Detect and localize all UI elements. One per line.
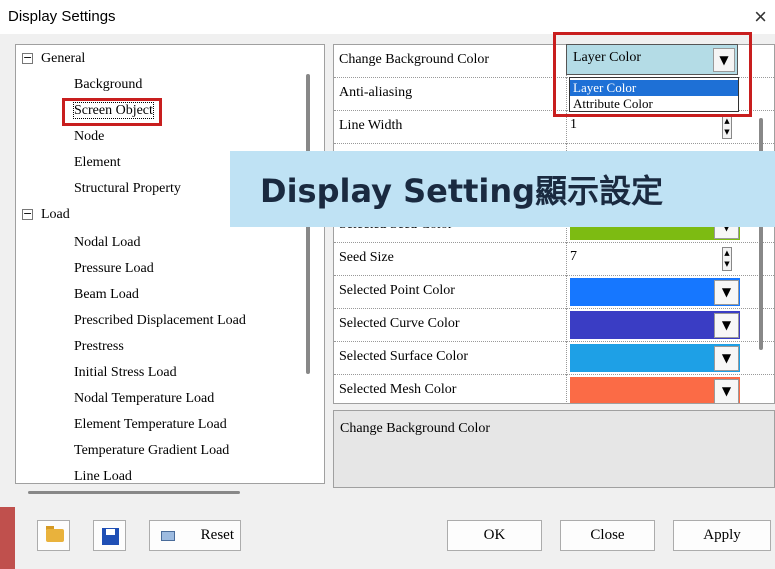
tree-item-nodal-load[interactable]: Nodal Load xyxy=(74,235,140,251)
spin-up-icon[interactable]: ▲ xyxy=(724,249,729,257)
grid-row-label: Anti-aliasing xyxy=(339,85,413,100)
tree-item-nodal-temperature-load[interactable]: Nodal Temperature Load xyxy=(74,391,214,407)
tree-item-temperature-gradient-load[interactable]: Temperature Gradient Load xyxy=(74,443,229,459)
tree-group-general[interactable]: − General xyxy=(22,51,85,67)
description-text: Change Background Color xyxy=(340,421,491,436)
grid-row-label: Selected Curve Color xyxy=(339,316,460,331)
description-panel: Change Background Color xyxy=(333,410,775,488)
line-width-spinner[interactable]: ▲ ▼ xyxy=(722,115,732,139)
chevron-down-icon[interactable]: ▼ xyxy=(714,379,739,403)
reset-label: Reset xyxy=(200,527,234,543)
title-banner: Display Setting顯示設定 xyxy=(230,151,775,227)
tree-item-line-load[interactable]: Line Load xyxy=(74,469,132,483)
spin-up-icon[interactable]: ▲ xyxy=(724,117,729,125)
screen-object-highlight xyxy=(62,98,162,126)
grid-separator xyxy=(566,309,567,342)
tree-item-structural-property[interactable]: Structural Property xyxy=(74,181,181,197)
grid-row-label: Selected Point Color xyxy=(339,283,455,298)
tree-item-prescribed-displacement-load[interactable]: Prescribed Displacement Load xyxy=(74,313,246,329)
collapse-icon[interactable]: − xyxy=(22,52,33,65)
grid-row-label: Selected Surface Color xyxy=(339,349,469,364)
tree-group-label: Load xyxy=(41,207,70,222)
spin-down-icon[interactable]: ▼ xyxy=(724,128,729,136)
reset-icon xyxy=(161,531,175,541)
tree-item-element-temperature-load[interactable]: Element Temperature Load xyxy=(74,417,227,433)
close-icon[interactable]: × xyxy=(754,4,767,30)
chevron-down-icon[interactable]: ▼ xyxy=(714,313,739,338)
tree-item-background[interactable]: Background xyxy=(74,77,142,93)
grid-row-seed-size[interactable]: Seed Size 7 ▲ ▼ xyxy=(334,243,774,276)
tree-horizontal-scrollbar[interactable] xyxy=(28,491,240,494)
reset-button[interactable]: Reset xyxy=(149,520,241,551)
grid-row-selected-curve-color[interactable]: Selected Curve Color ▼ xyxy=(334,309,774,342)
grid-row-label: Change Background Color xyxy=(339,52,490,67)
chevron-down-icon[interactable]: ▼ xyxy=(714,280,739,305)
grid-row-label: Seed Size xyxy=(339,250,394,265)
grid-separator xyxy=(566,243,567,276)
seed-size-spinner[interactable]: ▲ ▼ xyxy=(722,247,732,271)
display-settings-window: Display Settings × − General Background S… xyxy=(0,0,775,569)
grid-separator xyxy=(566,375,567,403)
folder-open-icon xyxy=(46,529,64,542)
floppy-disk-label-icon xyxy=(106,529,115,535)
grid-separator xyxy=(566,342,567,375)
save-button[interactable] xyxy=(93,520,126,551)
grid-row-selected-point-color[interactable]: Selected Point Color ▼ xyxy=(334,276,774,309)
grid-row-selected-mesh-color[interactable]: Selected Mesh Color ▼ xyxy=(334,375,774,403)
red-edge-marker xyxy=(0,507,15,569)
open-button[interactable] xyxy=(37,520,70,551)
grid-row-selected-surface-color[interactable]: Selected Surface Color ▼ xyxy=(334,342,774,375)
grid-row-label: Selected Mesh Color xyxy=(339,382,457,397)
window-title: Display Settings xyxy=(8,8,116,25)
tree-group-label: General xyxy=(41,51,86,66)
tree-item-element[interactable]: Element xyxy=(74,155,121,171)
ok-button[interactable]: OK xyxy=(447,520,542,551)
tree-group-load[interactable]: − Load xyxy=(22,207,70,223)
apply-button[interactable]: Apply xyxy=(673,520,771,551)
tree-item-prestress[interactable]: Prestress xyxy=(74,339,124,355)
chevron-down-icon[interactable]: ▼ xyxy=(714,346,739,371)
banner-text: Display Setting顯示設定 xyxy=(260,172,664,210)
tree-item-node[interactable]: Node xyxy=(74,129,104,145)
tree-item-beam-load[interactable]: Beam Load xyxy=(74,287,139,303)
collapse-icon[interactable]: − xyxy=(22,208,33,221)
line-width-value[interactable]: 1 xyxy=(570,117,577,133)
spin-down-icon[interactable]: ▼ xyxy=(724,260,729,268)
tree-item-pressure-load[interactable]: Pressure Load xyxy=(74,261,154,277)
title-bar: Display Settings × xyxy=(0,0,775,34)
tree-item-initial-stress-load[interactable]: Initial Stress Load xyxy=(74,365,177,381)
close-button[interactable]: Close xyxy=(560,520,655,551)
grid-separator xyxy=(566,276,567,309)
seed-size-value[interactable]: 7 xyxy=(570,249,577,265)
combo-highlight xyxy=(553,32,752,117)
grid-row-label: Line Width xyxy=(339,118,403,133)
